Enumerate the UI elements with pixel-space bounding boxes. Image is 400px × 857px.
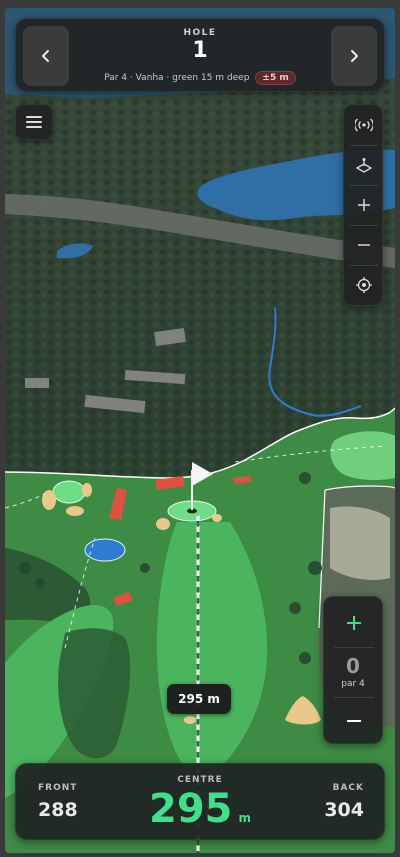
zoom-out-button[interactable] — [344, 225, 384, 265]
hole-info: Par 4 · Vanha · green 15 m deep ±5 m — [16, 71, 384, 85]
score-increase-button[interactable] — [324, 601, 384, 645]
plus-icon — [358, 199, 370, 211]
water-hazard — [84, 538, 126, 562]
hole-label: HOLE — [183, 28, 217, 38]
menu-button[interactable] — [15, 104, 53, 140]
back-value: 304 — [324, 799, 364, 821]
chevron-right-icon — [351, 50, 358, 62]
locate-icon — [356, 277, 372, 293]
hole-number: 1 — [192, 38, 208, 63]
score-par: par 4 — [341, 679, 365, 689]
map-toolbar — [343, 104, 383, 306]
zoom-in-button[interactable] — [344, 185, 384, 225]
plus-icon — [347, 616, 361, 630]
tilt-view-icon — [355, 158, 373, 173]
centre-unit: m — [238, 811, 251, 825]
app-screen: HOLE 1 Par 4 · Vanha · green 15 m deep ±5… — [5, 8, 395, 853]
distance-callout: 295 m — [167, 684, 231, 714]
back-label: BACK — [332, 783, 364, 793]
minus-icon — [358, 244, 370, 246]
gps-signal-button[interactable] — [344, 105, 384, 145]
menu-icon — [26, 116, 42, 128]
score-panel: 0 par 4 — [323, 596, 383, 744]
back-distance: BACK 304 — [324, 783, 364, 853]
gps-signal-icon — [355, 118, 373, 132]
locate-button[interactable] — [344, 265, 384, 305]
score-decrease-button[interactable] — [324, 699, 384, 743]
tilt-view-button[interactable] — [344, 145, 384, 185]
accuracy-badge: ±5 m — [255, 71, 296, 85]
next-hole-button[interactable] — [331, 26, 377, 86]
distance-panel: FRONT 288 CENTRE 295 m BACK 304 — [15, 763, 385, 840]
minus-icon — [347, 720, 361, 722]
score-value: 0 — [346, 654, 360, 678]
hole-header: HOLE 1 Par 4 · Vanha · green 15 m deep ±5… — [15, 18, 385, 92]
centre-value: 295 — [148, 786, 233, 832]
hole-details: Par 4 · Vanha · green 15 m deep — [104, 73, 250, 83]
